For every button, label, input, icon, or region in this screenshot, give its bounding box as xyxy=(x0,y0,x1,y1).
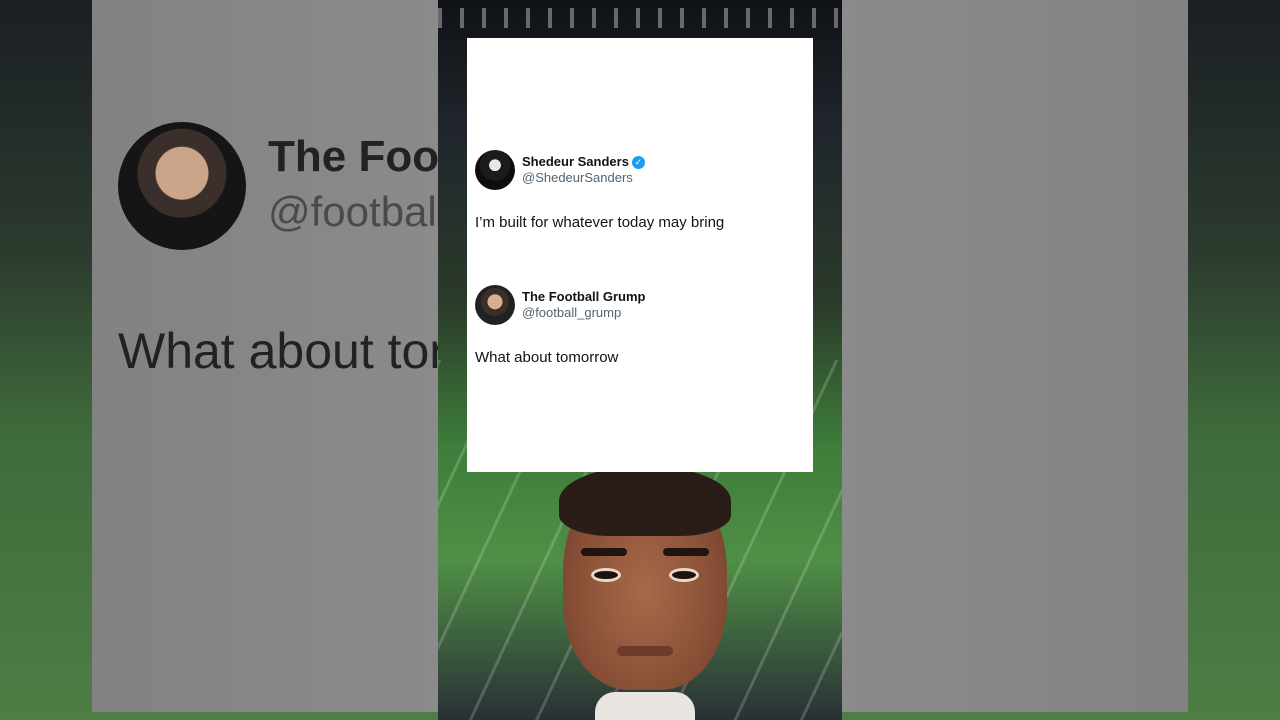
figurine-right-brow xyxy=(663,548,709,556)
figurine-left-brow xyxy=(581,548,627,556)
stadium-lights xyxy=(438,8,842,28)
tweet-shedeur: Shedeur Sanders ✓ @ShedeurSanders I’m bu… xyxy=(475,150,724,231)
figurine-shirt xyxy=(595,692,695,720)
author-handle[interactable]: @ShedeurSanders xyxy=(522,170,645,186)
name-row: Shedeur Sanders ✓ xyxy=(522,154,645,170)
verified-badge-icon: ✓ xyxy=(631,155,645,169)
avatar[interactable] xyxy=(475,285,515,325)
author-block: The Football Grump @football_grump xyxy=(522,289,646,321)
blurred-avatar xyxy=(118,122,246,250)
figurine-mouth xyxy=(617,646,673,656)
author-handle[interactable]: @football_grump xyxy=(522,305,646,321)
tweet-text: I’m built for whatever today may bring xyxy=(475,214,725,231)
author-block: Shedeur Sanders ✓ @ShedeurSanders xyxy=(522,154,645,186)
tweet-header: Shedeur Sanders ✓ @ShedeurSanders xyxy=(475,150,724,190)
avatar[interactable] xyxy=(475,150,515,190)
figurine-left-eye xyxy=(591,568,621,582)
figurine-right-eye xyxy=(669,568,699,582)
author-name[interactable]: Shedeur Sanders xyxy=(522,154,629,170)
blurred-handle: @footbal xyxy=(268,188,437,235)
name-row: The Football Grump xyxy=(522,289,646,305)
blurred-name: The Foot xyxy=(268,132,438,181)
tweet-card: Shedeur Sanders ✓ @ShedeurSanders I’m bu… xyxy=(467,38,813,472)
figurine-image xyxy=(555,466,735,720)
tweet-text: What about tomorrow xyxy=(475,349,619,366)
tweet-football-grump: The Football Grump @football_grump What … xyxy=(475,285,646,366)
figurine-hair xyxy=(559,466,731,536)
blurred-text: What about tor xyxy=(118,323,438,379)
tweet-header: The Football Grump @football_grump xyxy=(475,285,646,325)
author-name[interactable]: The Football Grump xyxy=(522,289,646,305)
